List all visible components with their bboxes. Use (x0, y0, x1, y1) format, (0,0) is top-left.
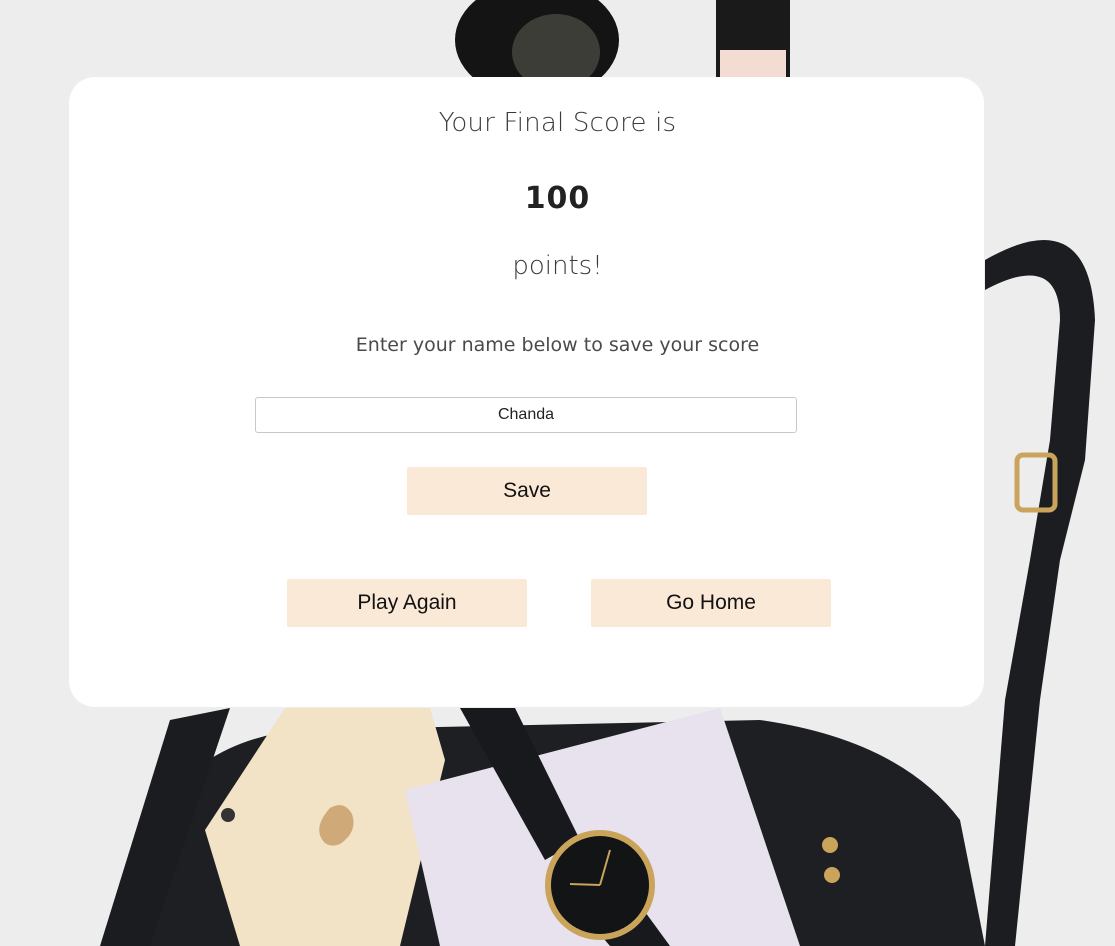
name-input[interactable] (255, 397, 797, 433)
final-score-heading: Your Final Score is (438, 108, 677, 138)
points-label: points! (512, 251, 603, 281)
save-button[interactable]: Save (407, 467, 647, 515)
go-home-button[interactable]: Go Home (591, 579, 831, 627)
save-score-prompt: Enter your name below to save your score (355, 334, 760, 356)
play-again-button[interactable]: Play Again (287, 579, 527, 627)
final-score-value: 100 (524, 181, 591, 216)
